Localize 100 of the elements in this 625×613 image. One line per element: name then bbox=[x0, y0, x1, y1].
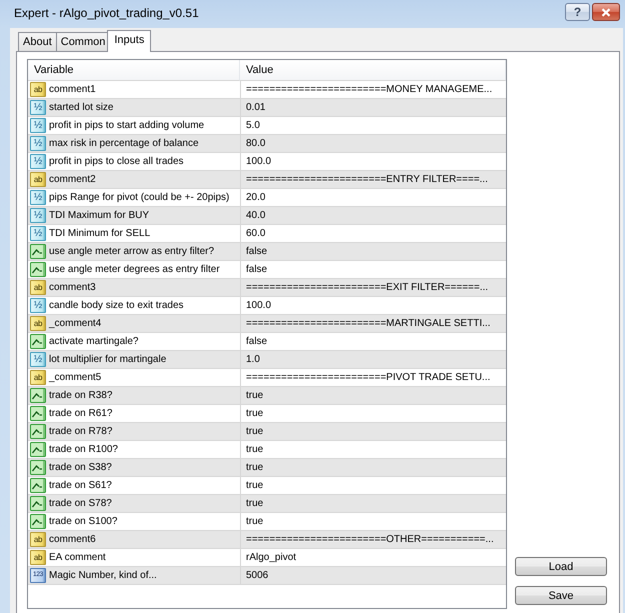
table-row[interactable]: trade on S78? true bbox=[28, 495, 506, 513]
table-row[interactable]: ab _comment5 ========================PIVOT TRADE SETU... bbox=[28, 369, 506, 387]
type-icon: ½ bbox=[30, 352, 46, 367]
table-row[interactable]: trade on S38? true bbox=[28, 459, 506, 477]
table-row[interactable]: ab _comment4 ========================MARTINGALE SETTI... bbox=[28, 315, 506, 333]
parameter-name: TDI Maximum for BUY bbox=[49, 210, 150, 221]
parameter-value: ========================ENTRY FILTER====... bbox=[246, 174, 488, 185]
parameter-value: 80.0 bbox=[246, 138, 266, 149]
parameter-name: EA comment bbox=[49, 552, 106, 563]
table-row[interactable]: ½ TDI Maximum for BUY 40.0 bbox=[28, 207, 506, 225]
parameter-name: comment3 bbox=[49, 282, 96, 293]
parameter-value: true bbox=[246, 462, 264, 473]
line-chart-icon bbox=[30, 442, 46, 457]
parameter-name: comment1 bbox=[49, 84, 96, 95]
table-row[interactable]: activate martingale? false bbox=[28, 333, 506, 351]
parameter-name: comment6 bbox=[49, 534, 96, 545]
table-row[interactable]: trade on S61? true bbox=[28, 477, 506, 495]
parameter-value: 1.0 bbox=[246, 354, 260, 365]
type-icon: ½ bbox=[30, 118, 46, 133]
table-row[interactable]: ½ candle body size to exit trades 100.0 bbox=[28, 297, 506, 315]
type-icon: ½ bbox=[30, 208, 46, 223]
line-chart-icon bbox=[30, 388, 46, 403]
parameter-value: true bbox=[246, 426, 264, 437]
parameter-name: trade on S78? bbox=[49, 498, 112, 509]
table-row[interactable]: ab comment3 ========================EXIT FILTER======... bbox=[28, 279, 506, 297]
action-button[interactable]: Save bbox=[515, 586, 607, 605]
parameter-value: true bbox=[246, 390, 264, 401]
parameter-value: 40.0 bbox=[246, 210, 266, 221]
parameter-name: _comment5 bbox=[49, 372, 102, 383]
table-row[interactable]: trade on R61? true bbox=[28, 405, 506, 423]
help-button[interactable]: ? bbox=[565, 3, 590, 21]
table-row[interactable]: ab EA comment rAlgo_pivot bbox=[28, 549, 506, 567]
line-chart-icon bbox=[30, 496, 46, 511]
line-chart-icon bbox=[30, 460, 46, 475]
table-row[interactable]: ½ started lot size 0.01 bbox=[28, 99, 506, 117]
column-header[interactable]: Value bbox=[240, 60, 506, 81]
parameter-name: started lot size bbox=[49, 102, 114, 113]
parameter-name: TDI Minimum for SELL bbox=[49, 228, 150, 239]
line-chart-icon bbox=[30, 244, 46, 259]
parameter-name: profit in pips to close all trades bbox=[49, 156, 184, 167]
parameter-name: pips Range for pivot (could be +- 20pips) bbox=[49, 192, 230, 203]
tab[interactable]: Inputs bbox=[107, 30, 152, 52]
type-icon: ½ bbox=[30, 298, 46, 313]
parameter-name: trade on S61? bbox=[49, 480, 112, 491]
table-row[interactable]: use angle meter degrees as entry filter false bbox=[28, 261, 506, 279]
table-row[interactable]: trade on S100? true bbox=[28, 513, 506, 531]
parameter-value: rAlgo_pivot bbox=[246, 552, 296, 563]
parameter-value: false bbox=[246, 246, 268, 257]
type-icon: ½ bbox=[30, 154, 46, 169]
table-row[interactable]: trade on R78? true bbox=[28, 423, 506, 441]
parameter-value: ========================EXIT FILTER======... bbox=[246, 282, 488, 293]
type-icon: ab bbox=[30, 172, 46, 187]
table-row[interactable]: ½ profit in pips to close all trades 100.0 bbox=[28, 153, 506, 171]
tab[interactable]: About bbox=[18, 32, 57, 51]
type-icon: ab bbox=[30, 550, 46, 565]
parameter-name: trade on R38? bbox=[49, 390, 112, 401]
table-row[interactable]: use angle meter arrow as entry filter? false bbox=[28, 243, 506, 261]
table-row[interactable]: ½ lot multiplier for martingale 1.0 bbox=[28, 351, 506, 369]
parameter-value: true bbox=[246, 480, 264, 491]
parameter-name: use angle meter degrees as entry filter bbox=[49, 264, 220, 275]
parameter-value: ========================PIVOT TRADE SETU... bbox=[246, 372, 490, 383]
parameter-value: ========================OTHER===========... bbox=[246, 534, 494, 545]
parameter-name: trade on R78? bbox=[49, 426, 112, 437]
table-row[interactable]: ab comment1 ========================MONEY MANAGEME... bbox=[28, 81, 506, 99]
line-chart-icon bbox=[30, 478, 46, 493]
parameter-name: comment2 bbox=[49, 174, 96, 185]
parameter-name: trade on S38? bbox=[49, 462, 112, 473]
table-row[interactable]: ½ profit in pips to start adding volume 5.0 bbox=[28, 117, 506, 135]
window-title: Expert - rAlgo_pivot_trading_v0.51 bbox=[14, 6, 200, 22]
parameter-name: Magic Number, kind of... bbox=[49, 570, 157, 581]
column-header[interactable]: Variable bbox=[28, 60, 240, 81]
type-icon: ab bbox=[30, 316, 46, 331]
table-row[interactable]: ½ TDI Minimum for SELL 60.0 bbox=[28, 225, 506, 243]
table-row[interactable]: ½ max risk in percentage of balance 80.0 bbox=[28, 135, 506, 153]
type-icon: ab bbox=[30, 82, 46, 97]
type-icon: ½ bbox=[30, 190, 46, 205]
close-button[interactable] bbox=[592, 3, 620, 21]
type-icon: ab bbox=[30, 280, 46, 295]
parameter-value: 100.0 bbox=[246, 300, 272, 311]
table-row[interactable]: ab comment6 ========================OTHER===========... bbox=[28, 531, 506, 549]
parameter-name: lot multiplier for martingale bbox=[49, 354, 166, 365]
table-row[interactable]: ½ pips Range for pivot (could be +- 20pips) 20.0 bbox=[28, 189, 506, 207]
line-chart-icon bbox=[30, 334, 46, 349]
type-icon: ab bbox=[30, 370, 46, 385]
parameter-value: true bbox=[246, 498, 264, 509]
action-button[interactable]: Load bbox=[515, 557, 607, 576]
table-row[interactable]: trade on R100? true bbox=[28, 441, 506, 459]
parameter-name: trade on R61? bbox=[49, 408, 112, 419]
parameter-name: profit in pips to start adding volume bbox=[49, 120, 204, 131]
type-icon: ab bbox=[30, 532, 46, 547]
parameter-name: max risk in percentage of balance bbox=[49, 138, 199, 149]
parameter-name: activate martingale? bbox=[49, 336, 138, 347]
table-row[interactable]: ab comment2 ========================ENTRY FILTER====... bbox=[28, 171, 506, 189]
table-row[interactable]: trade on R38? true bbox=[28, 387, 506, 405]
parameter-name: use angle meter arrow as entry filter? bbox=[49, 246, 214, 257]
type-icon: ½ bbox=[30, 136, 46, 151]
parameter-value: ========================MONEY MANAGEME... bbox=[246, 84, 492, 95]
parameter-value: ========================MARTINGALE SETTI... bbox=[246, 318, 490, 329]
parameter-value: 5.0 bbox=[246, 120, 260, 131]
type-icon: ½ bbox=[30, 100, 46, 115]
